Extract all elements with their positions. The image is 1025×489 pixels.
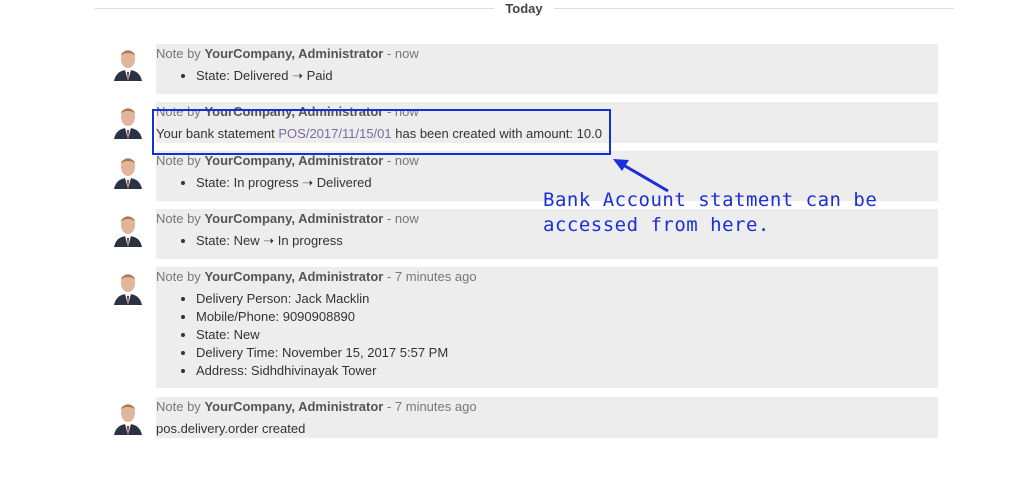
annotation-arrow-icon <box>613 159 669 193</box>
annotation-text: Bank Account statment can be accessed fr… <box>543 188 877 238</box>
annotation-line-2: accessed from here. <box>543 214 770 236</box>
annotation-line-1: Bank Account statment can be <box>543 189 878 211</box>
